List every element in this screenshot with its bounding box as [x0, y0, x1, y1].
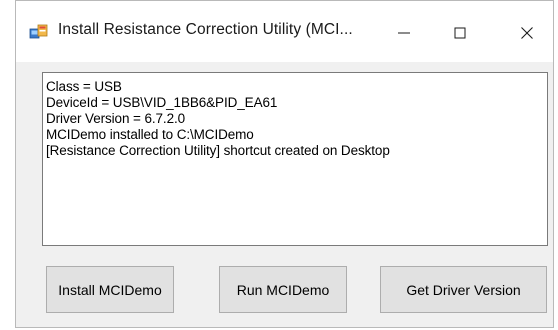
- log-line: Class = USB: [46, 79, 122, 94]
- output-log-textbox[interactable]: Class = USB DeviceId = USB\VID_1BB6&PID_…: [42, 72, 548, 246]
- install-mcidemo-button[interactable]: Install MCIDemo: [46, 266, 174, 313]
- title-bar[interactable]: Install Resistance Correction Utility (M…: [16, 1, 553, 62]
- minimize-icon: [398, 32, 410, 34]
- window-title: Install Resistance Correction Utility (M…: [58, 21, 353, 38]
- close-icon: [521, 27, 533, 39]
- close-button[interactable]: [504, 13, 550, 53]
- get-driver-version-button[interactable]: Get Driver Version: [380, 266, 547, 313]
- maximize-icon: [454, 27, 466, 39]
- run-mcidemo-button[interactable]: Run MCIDemo: [219, 266, 347, 313]
- installer-app-icon: [29, 23, 49, 40]
- log-line: [Resistance Correction Utility] shortcut…: [46, 143, 390, 158]
- minimize-button[interactable]: [381, 13, 427, 53]
- log-line: MCIDemo installed to C:\MCIDemo: [46, 127, 254, 142]
- log-line: DeviceId = USB\VID_1BB6&PID_EA61: [46, 95, 278, 110]
- log-line: Driver Version = 6.7.2.0: [46, 111, 186, 126]
- installer-window: Install Resistance Correction Utility (M…: [15, 0, 554, 328]
- maximize-button[interactable]: [437, 13, 483, 53]
